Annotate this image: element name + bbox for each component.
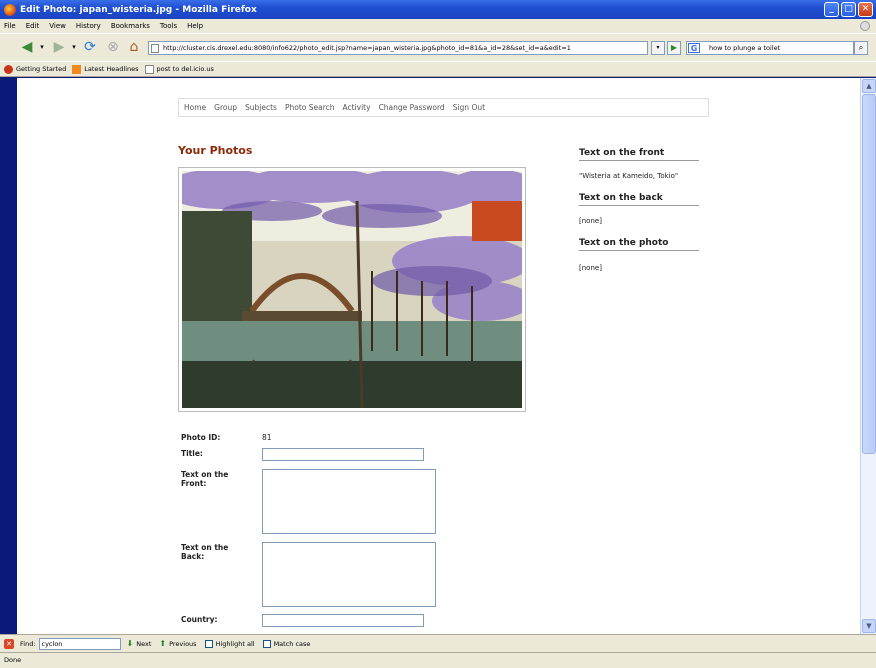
- nav-group[interactable]: Group: [214, 103, 237, 112]
- side-front-heading: Text on the front: [579, 148, 699, 161]
- page-icon: [144, 64, 154, 74]
- close-button[interactable]: ✕: [858, 2, 873, 17]
- menu-help[interactable]: Help: [187, 22, 203, 30]
- url-dropdown-icon[interactable]: ▾: [651, 41, 665, 55]
- nav-subjects[interactable]: Subjects: [245, 103, 277, 112]
- nav-change-password[interactable]: Change Password: [379, 103, 445, 112]
- nav-photo-search[interactable]: Photo Search: [285, 103, 335, 112]
- navigation-toolbar: ◀ ▾ ▶ ▾ ⟳ ⊗ ⌂ http://cluster.cis.drexel.…: [0, 33, 876, 61]
- side-back-heading: Text on the back: [579, 193, 699, 206]
- menu-edit[interactable]: Edit: [26, 22, 40, 30]
- window-title: Edit Photo: japan_wisteria.jpg - Mozilla…: [20, 4, 257, 15]
- go-arrow-icon[interactable]: ▶: [667, 41, 681, 55]
- browser-window: Edit Photo: japan_wisteria.jpg - Mozilla…: [0, 0, 876, 668]
- front-text-label: Text on the Front:: [181, 470, 229, 488]
- bookmarks-toolbar: Getting Started Latest Headlines post to…: [0, 61, 876, 77]
- firefox-bookmark-icon: [4, 64, 13, 74]
- url-bar[interactable]: http://cluster.cis.drexel.edu:8080/info6…: [148, 41, 648, 55]
- find-previous-button[interactable]: ⬆ Previous: [159, 639, 196, 648]
- bookmark-getting-started[interactable]: Getting Started: [4, 64, 66, 74]
- forward-dropdown-icon[interactable]: ▾: [70, 39, 78, 55]
- country-label: Country:: [181, 615, 218, 624]
- search-text: how to plunge a toilet: [709, 44, 781, 52]
- close-find-icon[interactable]: ✕: [4, 638, 14, 649]
- photo-id-value: 81: [262, 433, 272, 442]
- menu-view[interactable]: View: [49, 22, 66, 30]
- firefox-icon: [4, 3, 16, 16]
- side-photo-value: [none]: [579, 264, 602, 272]
- throbber-icon: [860, 21, 870, 31]
- title-bar: Edit Photo: japan_wisteria.jpg - Mozilla…: [0, 0, 876, 19]
- find-bar: ✕ Find: cyclon ⬇ Next ⬆ Previous Highlig…: [0, 634, 876, 652]
- status-text: Done: [4, 656, 22, 664]
- reload-icon[interactable]: ⟳: [81, 39, 99, 55]
- side-front-value: "Wisteria at Kameido, Tokio": [579, 172, 679, 180]
- back-dropdown-icon[interactable]: ▾: [38, 39, 46, 55]
- up-arrow-icon: ⬆: [159, 639, 167, 648]
- title-label: Title:: [181, 449, 203, 458]
- bookmark-latest-headlines[interactable]: Latest Headlines: [72, 64, 139, 74]
- highlight-all-button[interactable]: Highlight all: [204, 639, 255, 648]
- search-magnifier-icon[interactable]: ⌕: [854, 41, 868, 55]
- checkbox-icon: [262, 639, 271, 648]
- country-field[interactable]: [262, 614, 424, 627]
- window-controls: _ □ ✕: [824, 2, 873, 17]
- search-input[interactable]: G how to plunge a toilet: [686, 41, 854, 55]
- site-nav: Home Group Subjects Photo Search Activit…: [178, 98, 709, 117]
- maximize-button[interactable]: □: [841, 2, 856, 17]
- side-photo-heading: Text on the photo: [579, 238, 699, 251]
- find-label: Find:: [20, 639, 36, 648]
- url-text: http://cluster.cis.drexel.edu:8080/info6…: [163, 44, 571, 52]
- title-field[interactable]: [262, 448, 424, 461]
- minimize-button[interactable]: _: [824, 2, 839, 17]
- page-icon: [151, 44, 159, 53]
- menu-file[interactable]: File: [4, 22, 16, 30]
- status-bar: Done: [0, 652, 876, 668]
- forward-arrow-icon[interactable]: ▶: [50, 39, 68, 55]
- nav-home[interactable]: Home: [184, 103, 206, 112]
- photo-id-label: Photo ID:: [181, 433, 221, 442]
- photo-illustration: [182, 171, 522, 408]
- scroll-down-icon[interactable]: ▼: [862, 619, 876, 633]
- vertical-scrollbar[interactable]: ▲ ▼: [860, 78, 876, 634]
- front-text-area[interactable]: [262, 469, 436, 534]
- find-next-button[interactable]: ⬇ Next: [127, 639, 152, 648]
- wisteria-photo: [182, 171, 522, 408]
- page-content: Home Group Subjects Photo Search Activit…: [17, 78, 860, 634]
- menu-bookmarks[interactable]: Bookmarks: [111, 22, 150, 30]
- find-input[interactable]: cyclon: [38, 637, 121, 650]
- google-search-icon[interactable]: G: [688, 43, 700, 53]
- page-title: Your Photos: [178, 144, 253, 157]
- back-text-area[interactable]: [262, 542, 436, 607]
- menu-tools[interactable]: Tools: [160, 22, 177, 30]
- scroll-up-icon[interactable]: ▲: [862, 79, 876, 93]
- back-arrow-icon[interactable]: ◀: [18, 39, 36, 55]
- highlight-icon: [204, 639, 213, 648]
- stop-icon[interactable]: ⊗: [104, 39, 122, 55]
- back-text-label: Text on the Back:: [181, 543, 229, 561]
- bookmark-delicious[interactable]: post to del.icio.us: [144, 64, 214, 74]
- rss-icon: [72, 64, 82, 74]
- photo-frame: [178, 167, 526, 412]
- scroll-thumb[interactable]: [862, 94, 876, 454]
- menu-bar: File Edit View History Bookmarks Tools H…: [0, 19, 876, 33]
- side-back-value: [none]: [579, 217, 602, 225]
- nav-sign-out[interactable]: Sign Out: [453, 103, 485, 112]
- down-arrow-icon: ⬇: [126, 639, 134, 648]
- nav-activity[interactable]: Activity: [343, 103, 371, 112]
- match-case-checkbox[interactable]: Match case: [262, 639, 310, 648]
- menu-history[interactable]: History: [76, 22, 101, 30]
- home-icon[interactable]: ⌂: [125, 39, 143, 55]
